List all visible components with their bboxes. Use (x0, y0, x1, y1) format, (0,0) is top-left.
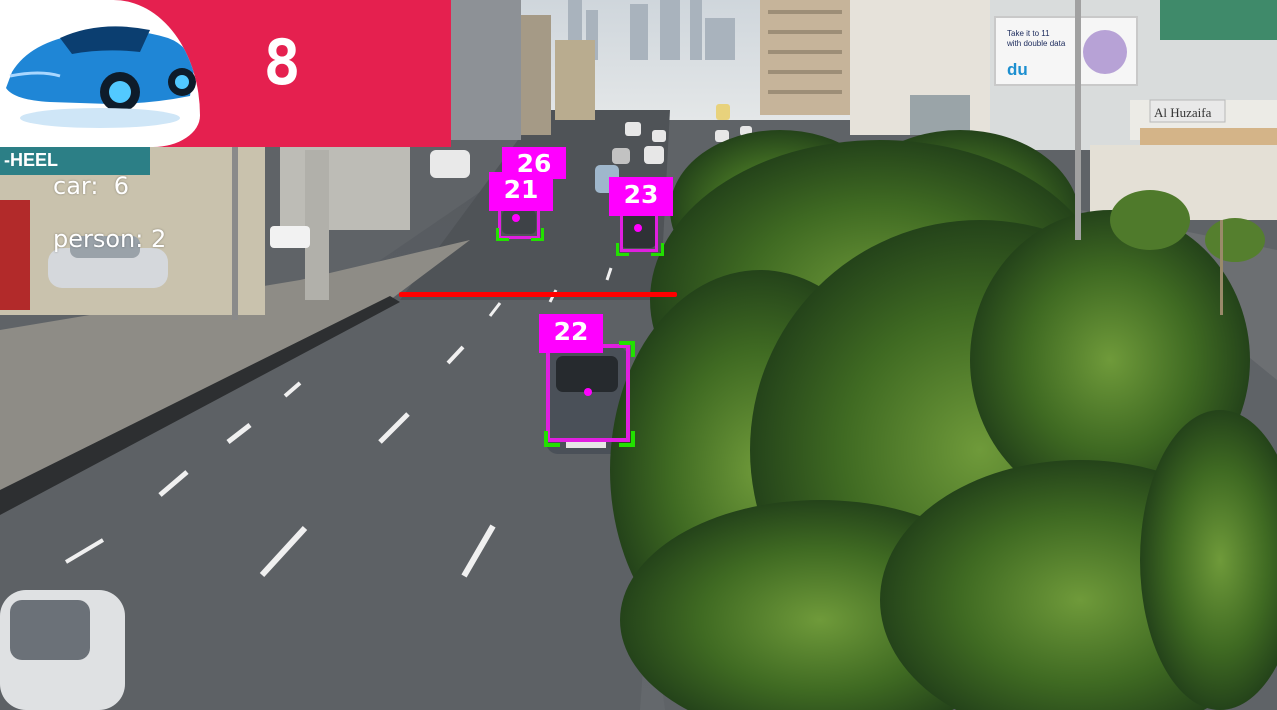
right-building-a (760, 0, 850, 115)
parked-car (0, 590, 125, 710)
stat-label: car: (53, 172, 99, 200)
centroid (634, 224, 642, 232)
box-corner (651, 243, 664, 256)
box-corner (544, 431, 560, 447)
total-count: 8 (263, 26, 301, 99)
box-corner (496, 228, 509, 241)
centroid (584, 388, 592, 396)
billboard-brand: du (1007, 60, 1028, 79)
centroid (512, 214, 520, 222)
box-corner (616, 243, 629, 256)
track-id-tag: 22 (539, 314, 603, 353)
box-corner (619, 341, 635, 357)
overpass-pillar (280, 140, 410, 230)
stat-label: person: (53, 225, 144, 253)
billboard-line-2: with double data (1006, 39, 1066, 48)
gray-tower (451, 0, 521, 140)
box-corner (531, 228, 544, 241)
left-sign-text: -HEEL (4, 150, 58, 170)
track-id-tag: 21 (489, 172, 553, 211)
tree-canopy (610, 130, 1277, 710)
stat-person: person: 2 (53, 227, 166, 251)
box-corner (619, 431, 635, 447)
counting-line (399, 292, 677, 297)
billboard-line-1: Take it to 11 (1007, 29, 1050, 38)
shop-sign-text: Al Huzaifa (1154, 105, 1212, 120)
stat-value: 6 (113, 172, 129, 200)
track-id-tag: 23 (609, 177, 673, 216)
stat-car: car: 6 (53, 174, 129, 198)
stat-value: 2 (151, 225, 167, 253)
